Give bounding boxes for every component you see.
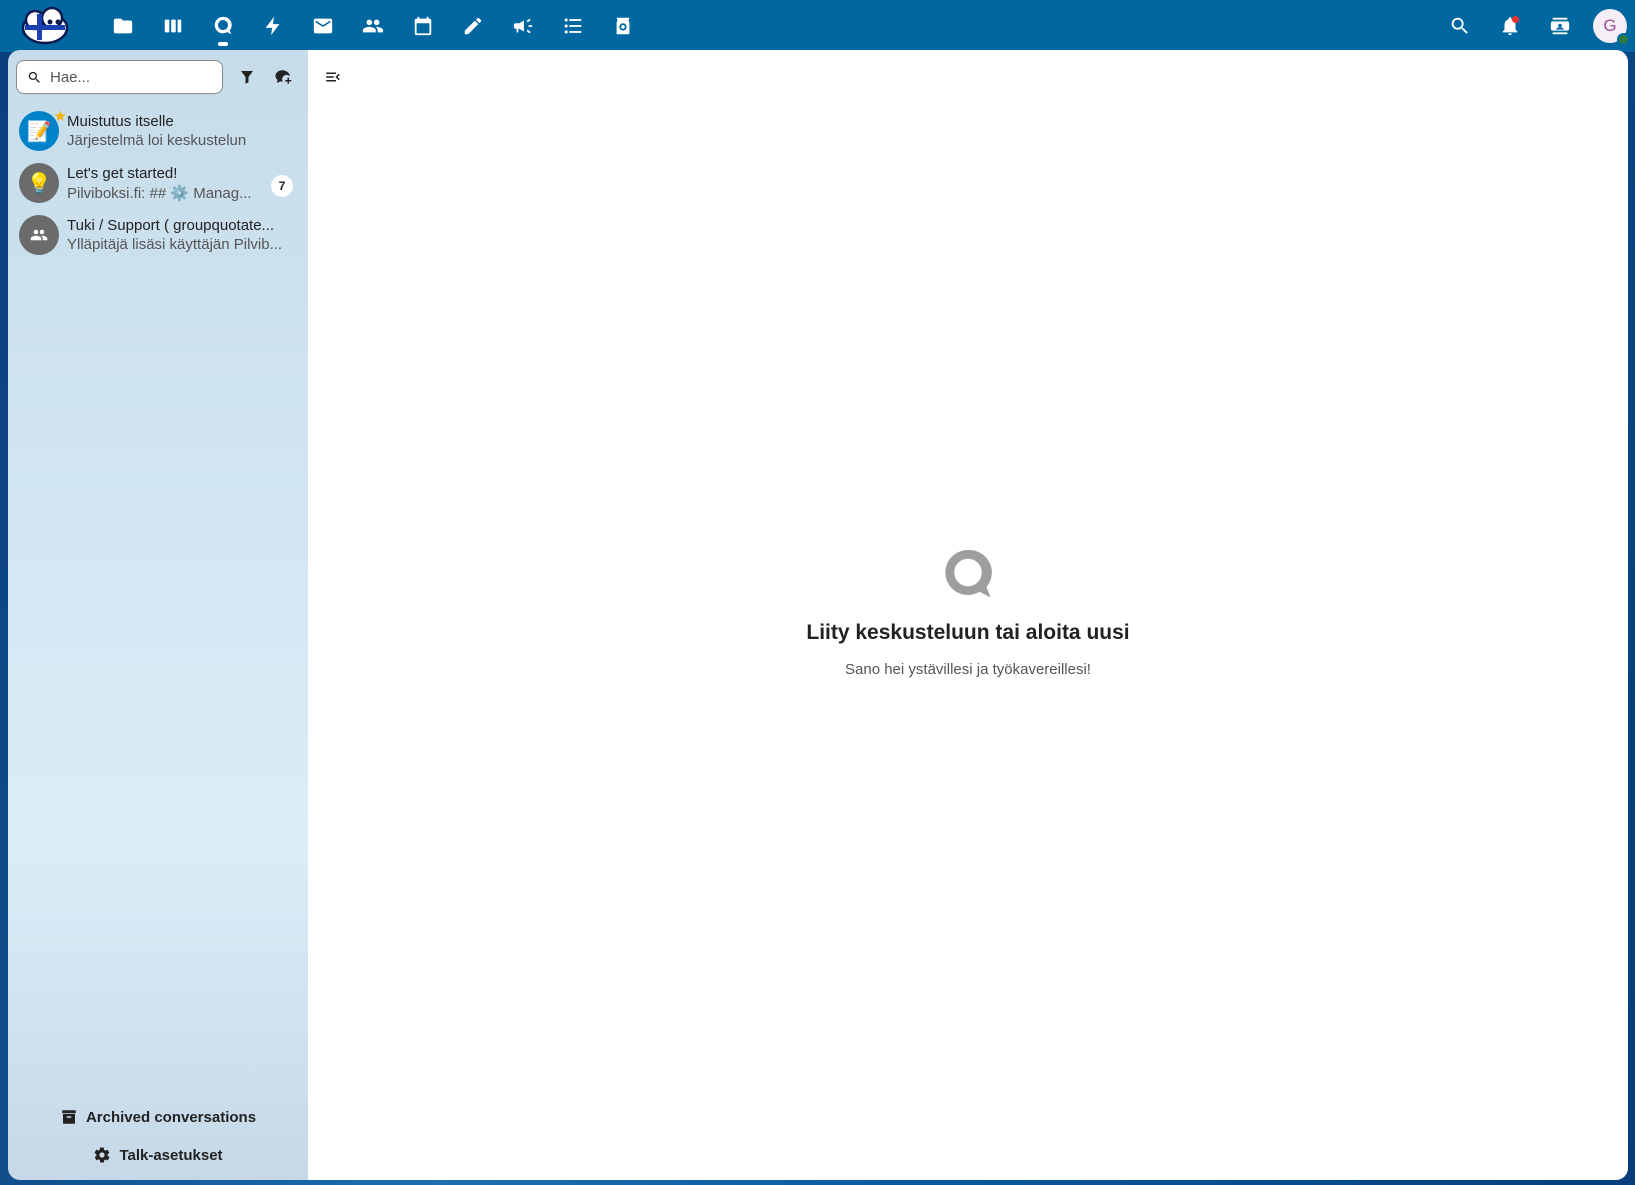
empty-content-subtitle: Sano hei ystävillesi ja työkavereillesi! — [845, 661, 1091, 678]
user-avatar[interactable]: G — [1593, 9, 1630, 46]
conversation-title: Tuki / Support ( groupquotate... — [67, 217, 275, 234]
notification-dot — [1512, 16, 1519, 23]
talk-settings-button[interactable]: Talk-asetukset — [8, 1136, 308, 1174]
app-files[interactable] — [98, 0, 148, 52]
search-icon — [28, 71, 40, 83]
conversation-item[interactable]: Tuki / Support ( groupquotate... Ylläpit… — [8, 209, 308, 261]
app-activity[interactable] — [248, 0, 298, 52]
contacts-menu-button[interactable] — [1535, 0, 1585, 52]
conversation-item[interactable]: 💡 Let's get started! Pilviboksi.fi: ## ⚙… — [8, 157, 308, 209]
favorite-star-icon: ★ — [53, 108, 67, 125]
app-calendar[interactable] — [398, 0, 448, 52]
unread-count-badge: 7 — [271, 175, 293, 197]
contact-card-icon — [1550, 17, 1570, 35]
archived-conversations-label: Archived conversations — [85, 1108, 257, 1126]
notifications-button[interactable] — [1485, 0, 1535, 52]
create-conversation-button[interactable] — [266, 60, 300, 94]
conversation-last-message: Järjestelmä loi keskustelun — [67, 132, 247, 149]
note-icon: 📝 — [26, 120, 52, 143]
app-deck[interactable] — [148, 0, 198, 52]
app-cospend[interactable] — [598, 0, 648, 52]
deck-icon — [164, 19, 182, 33]
avatar-initial: G — [1603, 16, 1617, 35]
online-status-indicator — [1617, 33, 1630, 46]
lightbulb-icon: 💡 — [26, 172, 52, 195]
archived-conversations-button[interactable]: Archived conversations — [8, 1098, 308, 1136]
conversation-avatar: 📝 ★ — [19, 108, 67, 151]
calendar-icon — [414, 16, 432, 36]
contacts-icon — [362, 19, 384, 33]
app-talk[interactable] — [198, 0, 248, 52]
folder-icon — [113, 18, 133, 34]
main-content: Liity keskusteluun tai aloita uusi Sano … — [308, 50, 1628, 1180]
mail-icon — [313, 18, 333, 34]
filter-button[interactable] — [230, 60, 264, 94]
talk-icon — [938, 545, 998, 605]
search-icon — [1451, 17, 1468, 34]
chat-plus-icon — [275, 70, 292, 84]
toggle-sidebar-button[interactable] — [316, 60, 350, 94]
sidebar-footer: Archived conversations Talk-asetukset — [8, 1098, 308, 1180]
gear-icon — [95, 1147, 110, 1163]
menu-collapse-icon — [326, 72, 340, 82]
conversation-search[interactable] — [16, 60, 223, 94]
conversation-list: 📝 ★ Muistutus itselle Järjestelmä loi ke… — [8, 105, 308, 261]
conversation-last-message: Ylläpitäjä lisäsi käyttäjän Pilvib... — [67, 236, 283, 253]
app-contacts[interactable] — [348, 0, 398, 52]
empty-content-title: Liity keskusteluun tai aloita uusi — [806, 621, 1130, 644]
conversation-avatar: 💡 — [19, 163, 59, 203]
app-announcements[interactable] — [498, 0, 548, 52]
filter-icon — [241, 71, 253, 84]
pilviboksi-logo-icon[interactable] — [20, 6, 70, 46]
talk-settings-label: Talk-asetukset — [119, 1146, 223, 1164]
archive-icon — [62, 1110, 76, 1124]
conversation-title: Muistutus itselle — [67, 113, 174, 130]
talk-icon — [214, 16, 232, 35]
cospend-icon — [616, 17, 630, 35]
checklist-icon — [564, 18, 582, 34]
app-mail[interactable] — [298, 0, 348, 52]
conversation-avatar — [19, 215, 59, 255]
header-right-tools: G — [1435, 0, 1635, 52]
top-header: G — [0, 0, 1635, 52]
group-icon — [30, 229, 48, 241]
search-input[interactable] — [50, 68, 210, 86]
app-tasks[interactable] — [548, 0, 598, 52]
pencil-icon — [464, 17, 482, 35]
conversation-item[interactable]: 📝 ★ Muistutus itselle Järjestelmä loi ke… — [8, 105, 308, 157]
lightning-icon — [265, 16, 280, 36]
empty-content: Liity keskusteluun tai aloita uusi Sano … — [308, 545, 1628, 678]
unified-search-button[interactable] — [1435, 0, 1485, 52]
conversation-last-message: Pilviboksi.fi: ## ⚙️ Manag... — [67, 184, 252, 202]
app-notes[interactable] — [448, 0, 498, 52]
conversation-sidebar: 📝 ★ Muistutus itselle Järjestelmä loi ke… — [8, 50, 308, 1180]
megaphone-icon — [513, 18, 533, 34]
app-menu — [98, 0, 648, 52]
conversation-title: Let's get started! — [67, 164, 178, 182]
